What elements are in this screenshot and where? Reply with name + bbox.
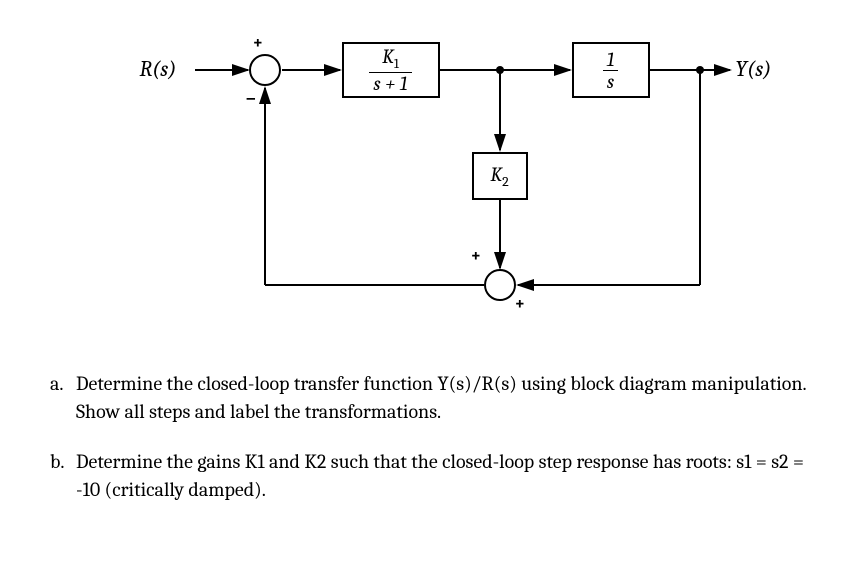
summing-junction-1 [249, 54, 281, 86]
sum1-minus-sign: − [246, 88, 257, 109]
block-g1: K1 s + 1 [342, 42, 440, 98]
question-a-letter: a. [50, 370, 76, 426]
pickoff-node-output [696, 66, 704, 74]
block-diagram: R(s) Y(s) + − K1 s + 1 1 s K2 + + [80, 20, 780, 340]
questions-section: a. Determine the closed-loop transfer fu… [20, 370, 839, 504]
question-b-letter: b. [50, 448, 76, 504]
block-k2: K2 [472, 152, 528, 200]
question-a: a. Determine the closed-loop transfer fu… [50, 370, 809, 426]
sum2-right-sign: + [515, 293, 526, 314]
input-label: R(s) [140, 56, 177, 82]
question-a-text: Determine the closed-loop transfer funct… [76, 370, 809, 426]
sum2-top-sign: + [471, 245, 482, 266]
block-g2: 1 s [572, 42, 650, 98]
question-b: b. Determine the gains K1 and K2 such th… [50, 448, 809, 504]
output-label: Y(s) [736, 56, 772, 82]
summing-junction-2 [484, 269, 516, 301]
sum1-plus-sign: + [253, 32, 264, 53]
question-b-text: Determine the gains K1 and K2 such that … [76, 448, 809, 504]
pickoff-node-1 [496, 66, 504, 74]
